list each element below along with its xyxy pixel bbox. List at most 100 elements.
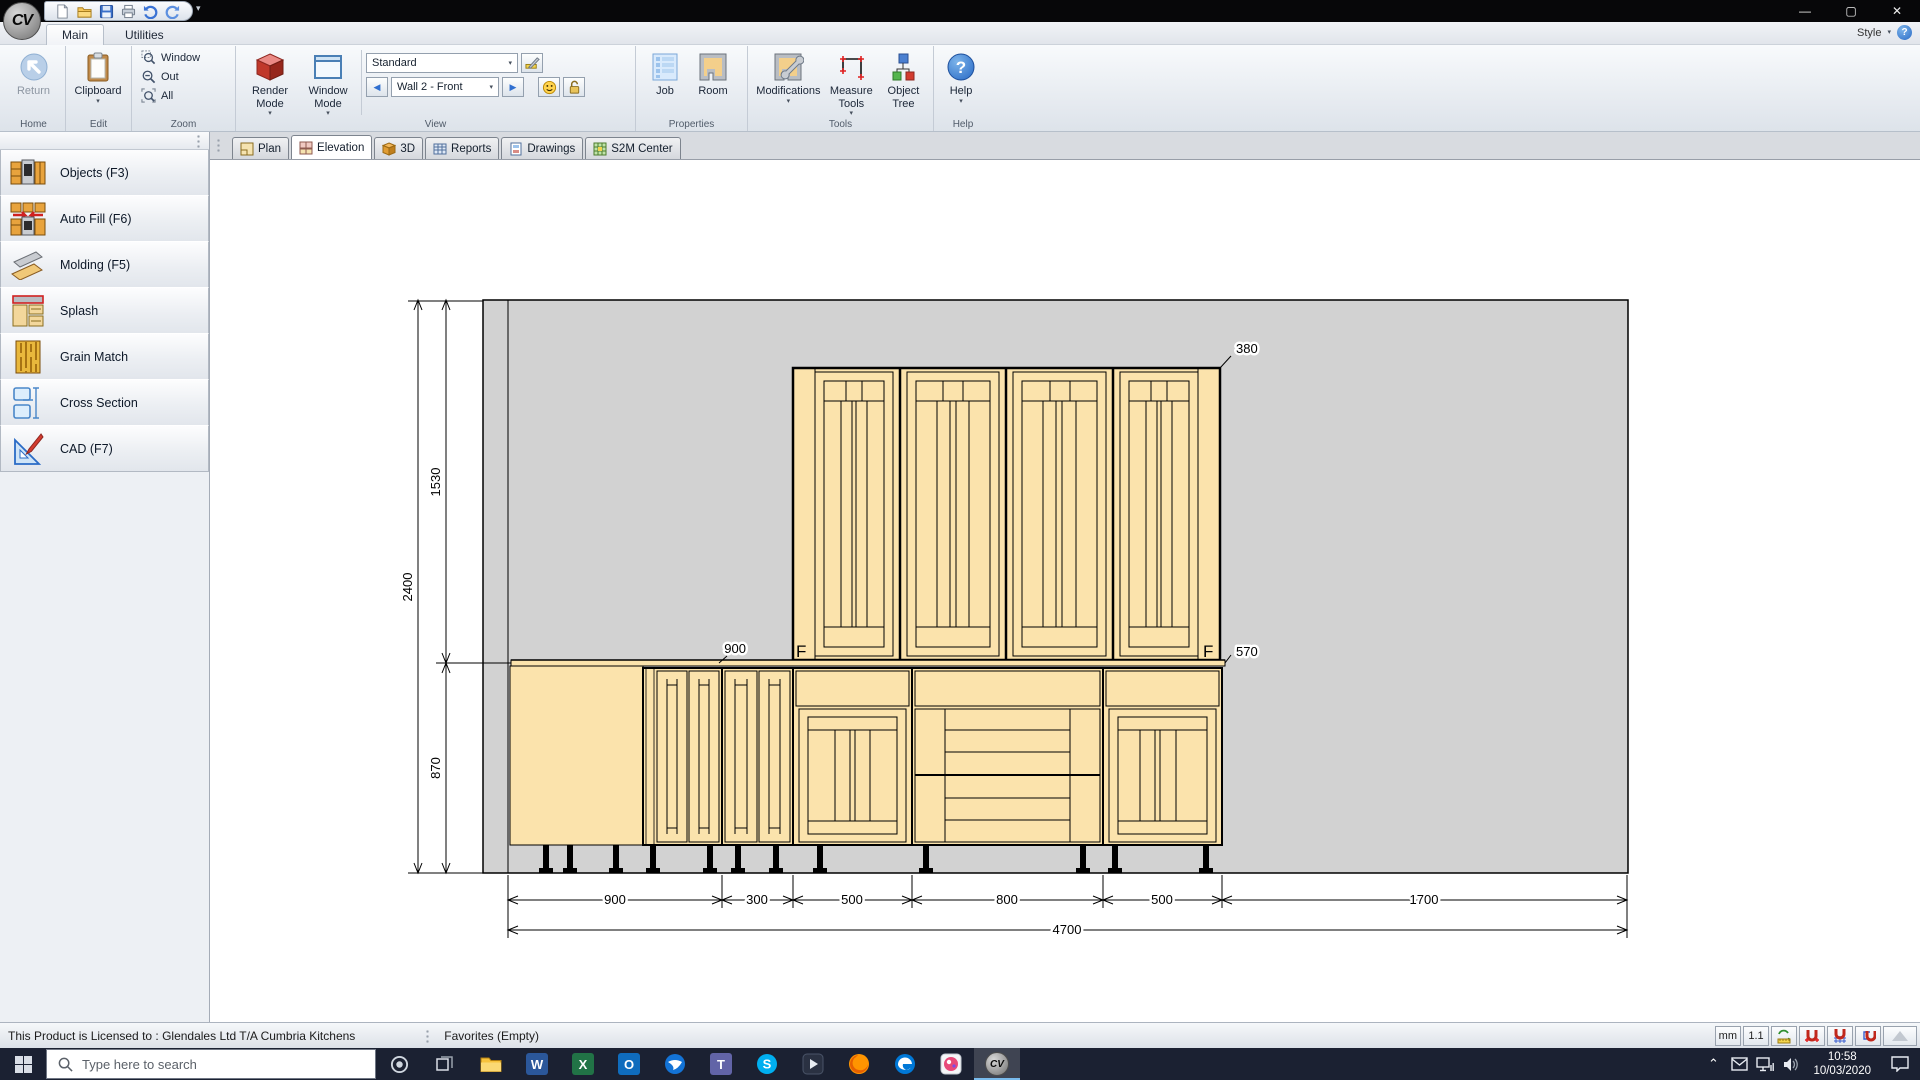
units-button[interactable]: mm [1715, 1026, 1741, 1046]
snap-to-grid-button[interactable] [1827, 1026, 1853, 1046]
sidebar-grip[interactable] [196, 134, 201, 148]
help-caret-icon: ▾ [959, 98, 963, 105]
save-icon[interactable] [99, 4, 114, 19]
status-expand-button[interactable] [1883, 1026, 1917, 1046]
object-tree-icon [887, 51, 919, 83]
taskbar-app-excel[interactable]: X [560, 1048, 606, 1080]
tray-network-button[interactable] [1752, 1048, 1778, 1080]
taskbar-app-firefox[interactable] [836, 1048, 882, 1080]
taskbar-app-teams[interactable]: T [698, 1048, 744, 1080]
measure-tools-button[interactable]: Measure Tools ▾ [824, 48, 879, 117]
favorites-text[interactable]: Favorites (Empty) [444, 1029, 539, 1043]
face-view-button[interactable] [538, 77, 560, 97]
app-logo[interactable]: CV [3, 2, 41, 40]
edit-style-button[interactable] [521, 53, 543, 73]
taskbar-app-media-player[interactable] [790, 1048, 836, 1080]
style-caret-icon[interactable]: ▾ [1887, 29, 1891, 36]
modifications-button[interactable]: Modifications ▾ [753, 48, 824, 112]
previous-wall-button[interactable]: ◀ [366, 77, 388, 97]
taskbar-app-thunderbird[interactable] [652, 1048, 698, 1080]
help-button[interactable]: ? Help ▾ [939, 48, 983, 112]
window-mode-button[interactable]: Window Mode ▾ [299, 48, 357, 117]
lock-view-button[interactable] [563, 77, 585, 97]
clipboard-button[interactable]: Clipboard ▾ [71, 48, 125, 112]
tray-volume-button[interactable] [1778, 1048, 1804, 1080]
tab-reports[interactable]: Reports [425, 137, 499, 159]
cortana-button[interactable] [376, 1048, 422, 1080]
sidebar-item-grain-match[interactable]: Grain Match [0, 333, 209, 380]
print-icon[interactable] [121, 4, 136, 19]
taskbar-app-cabinet-vision[interactable]: CV [974, 1048, 1020, 1080]
taskbar-app-file-explorer[interactable] [468, 1048, 514, 1080]
snap-to-object-button[interactable] [1855, 1026, 1881, 1046]
return-button[interactable]: Return [7, 48, 60, 112]
sidebar-item-objects[interactable]: Objects (F3) [0, 149, 209, 196]
dim-segment-6: 1700 [1410, 892, 1439, 907]
sidebar-item-cad[interactable]: CAD (F7) [0, 425, 209, 472]
plan-icon [240, 142, 254, 156]
render-mode-button[interactable]: Render Mode ▾ [241, 48, 299, 117]
task-view-button[interactable] [422, 1048, 468, 1080]
dim-segment-3: 500 [841, 892, 863, 907]
taskbar-app-edge[interactable] [882, 1048, 928, 1080]
object-tree-button[interactable]: Object Tree [879, 48, 928, 112]
sidebar-item-cross-section[interactable]: Cross Section [0, 379, 209, 426]
redo-icon[interactable] [165, 4, 180, 19]
ribbon-help-icon[interactable]: ? [1897, 25, 1912, 40]
zoom-all-button[interactable]: All [137, 86, 177, 105]
ribbon-tab-main[interactable]: Main [46, 24, 104, 45]
window-mode-caret-icon: ▾ [326, 110, 330, 117]
taskbar-app-outlook[interactable]: O [606, 1048, 652, 1080]
new-document-icon[interactable] [55, 4, 70, 19]
tab-plan[interactable]: Plan [232, 137, 289, 159]
sidebar-item-auto-fill[interactable]: Auto Fill (F6) [0, 195, 209, 242]
status-bar: This Product is Licensed to : Glendales … [0, 1022, 1920, 1048]
refresh-snap-button[interactable] [1771, 1026, 1797, 1046]
taskbar-search[interactable]: Type here to search [46, 1049, 376, 1079]
group-label-zoom: Zoom [132, 119, 235, 130]
maximize-button[interactable]: ▢ [1828, 0, 1874, 22]
open-folder-icon[interactable] [77, 4, 92, 19]
splash-icon [8, 291, 48, 331]
smiley-icon [542, 80, 557, 95]
tab-3d[interactable]: 3D [374, 137, 423, 159]
customize-qat-caret-icon[interactable]: ▾ [196, 3, 201, 14]
wall-combo[interactable]: Wall 2 - Front ▾ [391, 77, 499, 97]
ribbon-tab-row: Main Utilities Style ▾ ? [0, 22, 1920, 45]
snap-to-point-button[interactable] [1799, 1026, 1825, 1046]
zoom-out-button[interactable]: Out [137, 67, 183, 86]
tab-s2m-center[interactable]: S2M Center [585, 137, 680, 159]
notification-center-button[interactable] [1880, 1048, 1920, 1080]
close-button[interactable]: ✕ [1874, 0, 1920, 22]
tray-chevron-button[interactable]: ⌃ [1700, 1048, 1726, 1080]
taskbar-clock[interactable]: 10:58 10/03/2020 [1804, 1048, 1880, 1080]
notification-icon [1891, 1056, 1909, 1072]
zoom-window-button[interactable]: Window [137, 48, 204, 67]
label-counter-left: 900 [724, 641, 746, 656]
taskbar-app-paint[interactable] [928, 1048, 974, 1080]
room-button[interactable]: Room [689, 48, 737, 112]
status-grip[interactable] [425, 1029, 430, 1043]
render-style-combo[interactable]: Standard ▾ [366, 53, 518, 73]
start-button[interactable] [0, 1048, 46, 1080]
tab-bar-grip[interactable] [216, 138, 221, 154]
sidebar-item-molding[interactable]: Molding (F5) [0, 241, 209, 288]
tab-drawings[interactable]: Drawings [501, 137, 583, 159]
filler-left-label: F [796, 642, 806, 661]
undo-icon[interactable] [143, 4, 158, 19]
cross-section-icon [8, 383, 48, 423]
tray-mail-button[interactable] [1726, 1048, 1752, 1080]
taskbar-app-word[interactable]: W [514, 1048, 560, 1080]
style-label[interactable]: Style [1857, 27, 1881, 39]
job-button[interactable]: Job [641, 48, 689, 112]
taskbar-app-skype[interactable]: S [744, 1048, 790, 1080]
scale-button[interactable]: 1.1 [1743, 1026, 1769, 1046]
next-wall-button[interactable]: ▶ [502, 77, 524, 97]
application-window: — ▢ ✕ CV ▾ Main Utilities Style ▾ ? Retu… [0, 0, 1920, 1080]
minimize-button[interactable]: — [1782, 0, 1828, 22]
wall-combo-caret-icon: ▾ [489, 84, 493, 91]
tab-elevation[interactable]: Elevation [291, 135, 372, 159]
drawing-canvas[interactable]: F F [210, 160, 1920, 1022]
ribbon-tab-utilities[interactable]: Utilities [110, 24, 179, 45]
sidebar-item-splash[interactable]: Splash [0, 287, 209, 334]
